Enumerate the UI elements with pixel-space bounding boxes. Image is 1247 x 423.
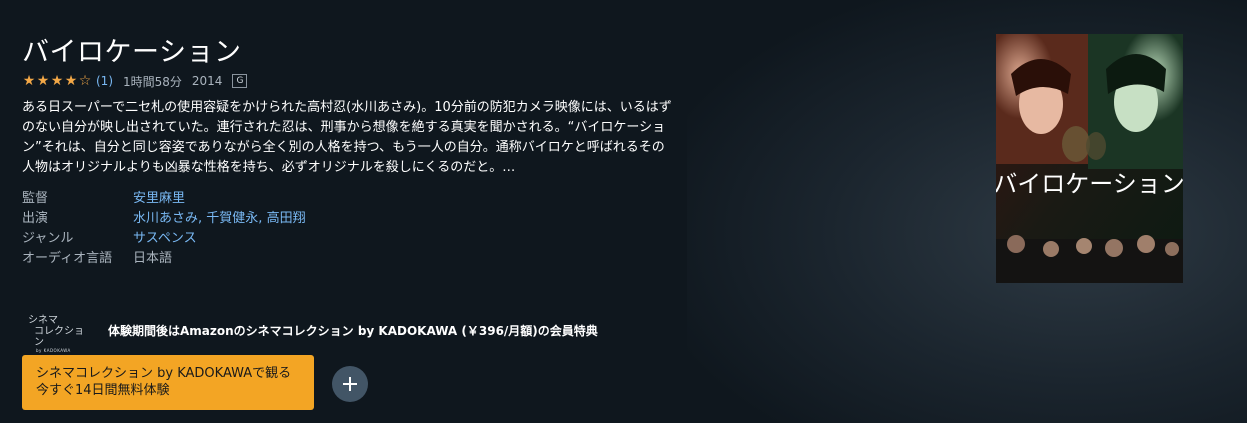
plus-icon [343,377,357,391]
cast-separator: , [258,211,267,226]
release-year: 2014 [191,74,223,88]
genre-label: ジャンル [22,231,74,246]
logo-line1: シネマ [28,315,58,326]
star-filled-icon: ★ [64,73,78,89]
poster-title: バイロケーション [996,170,1183,198]
watch-with-trial-button[interactable]: シネマコレクション by KADOKAWAで観る 今すぐ14日間無料体験 [22,355,314,410]
genre-row: ジャンル サスペンス [22,229,306,249]
genre-link[interactable]: サスペンス [133,229,197,249]
star-filled-icon: ★ [50,73,64,89]
star-rating[interactable]: ★ ★ ★ ★ ☆ [22,74,92,88]
star-filled-icon: ★ [22,73,36,89]
meta-row: ★ ★ ★ ★ ☆ (1) 1時間58分 2014 G [22,72,248,90]
audio-language: 日本語 [133,251,173,266]
watch-button-line2: 今すぐ14日間無料体験 [36,383,170,398]
add-to-watchlist-button[interactable] [332,366,368,402]
cast-link[interactable]: 高田翔 [267,211,306,226]
maturity-rating-badge: G [232,74,248,88]
cast-link[interactable]: 水川あさみ [133,211,198,226]
star-empty-icon: ☆ [78,73,92,89]
logo-line3: by KADOKAWA [36,348,71,353]
cast-link[interactable]: 千賀健永 [206,211,258,226]
runtime: 1時間58分 [123,74,182,89]
synopsis: ある日スーパーで二セ札の使用容疑をかけられた高村忍(水川あさみ)。10分前の防犯… [22,100,672,175]
offer-text: 体験期間後はAmazonのシネマコレクション by KADOKAWA (￥396… [108,324,598,338]
watch-button-line1: シネマコレクション by KADOKAWAで観る [36,366,292,381]
poster-image: バイロケーション [996,34,1183,283]
cast-label: 出演 [22,211,49,226]
director-row: 監督 安里麻里 [22,189,306,209]
page-title: バイロケーション [22,37,242,68]
director-link[interactable]: 安里麻里 [133,189,185,209]
details-list: 監督 安里麻里 出演 水川あさみ, 千賀健永, 高田翔 ジャンル サスペンス オ… [22,189,306,269]
rating-count[interactable]: (1) [96,74,113,88]
logo-line2: コレクション [34,326,84,348]
audio-label: オーディオ言語 [22,251,113,266]
audio-row: オーディオ言語 日本語 [22,249,306,269]
cast-row: 出演 水川あさみ, 千賀健永, 高田翔 [22,209,306,229]
director-label: 監督 [22,191,49,206]
channel-logo: シネマ コレクション by KADOKAWA [28,315,92,353]
star-filled-icon: ★ [36,73,50,89]
